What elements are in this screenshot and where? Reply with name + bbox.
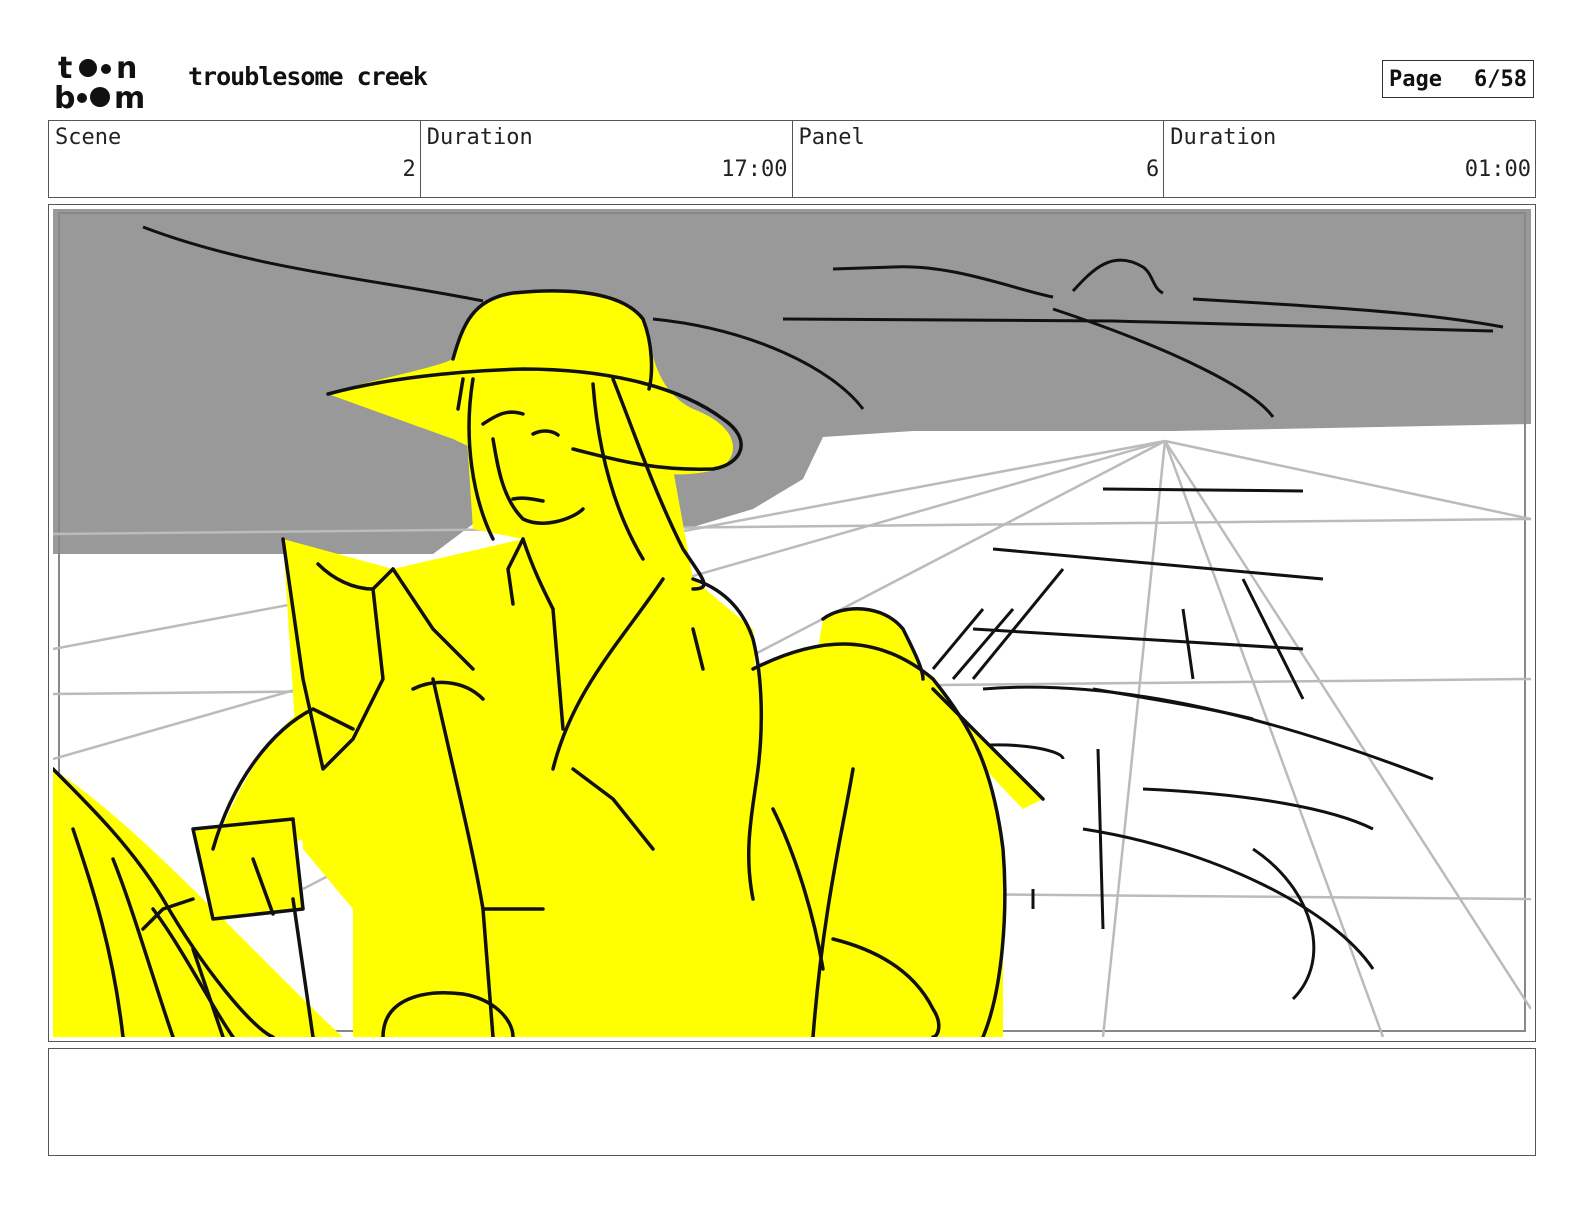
panel-duration-cell: Duration 01:00: [1164, 121, 1535, 197]
panel-duration-label: Duration: [1170, 125, 1277, 150]
scene-value: 2: [402, 157, 416, 182]
panel-value: 6: [1146, 157, 1160, 182]
panel-label: Panel: [798, 125, 865, 150]
project-title: troublesome creek: [188, 62, 428, 91]
storyboard-sketch: [53, 209, 1531, 1037]
panel-info-row: Scene 2 Duration 17:00 Panel 6 Duration …: [48, 120, 1536, 198]
page-number: 6/58: [1474, 66, 1527, 92]
scene-duration-label: Duration: [426, 125, 533, 150]
toonboom-logo: t n b m: [54, 52, 145, 112]
scene-duration-value: 17:00: [721, 157, 788, 182]
panel-cell: Panel 6: [793, 121, 1165, 197]
panel-duration-value: 01:00: [1464, 157, 1531, 182]
scene-label: Scene: [55, 125, 122, 150]
panel-frame: [48, 204, 1536, 1042]
scene-cell: Scene 2: [49, 121, 421, 197]
page-label: Page: [1389, 66, 1442, 92]
scene-duration-cell: Duration 17:00: [421, 121, 793, 197]
panel-notes-box[interactable]: [48, 1048, 1536, 1156]
svg-text:b: b: [54, 81, 75, 112]
svg-text:m: m: [114, 81, 145, 112]
page-indicator: Page 6/58: [1382, 60, 1534, 98]
